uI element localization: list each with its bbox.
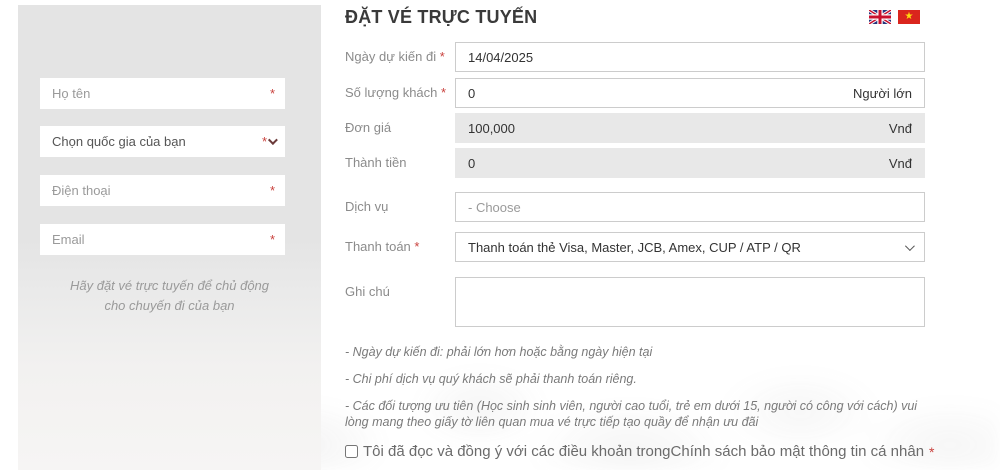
email-input[interactable]: [52, 232, 264, 247]
star-glyph: ★: [904, 11, 914, 22]
unit-price-input: [468, 120, 889, 136]
notes-label: Ghi chú: [345, 277, 450, 307]
guest-count-input[interactable]: [468, 85, 853, 101]
services-label: Dịch vụ: [345, 192, 450, 222]
label-text: Ngày dự kiến đi: [345, 49, 437, 64]
tagline-line-1: Hãy đặt vé trực tuyến để chủ động: [69, 278, 270, 293]
full-name-field[interactable]: *: [40, 78, 285, 109]
note-service-fee: - Chi phí dịch vụ quý khách sẽ phải than…: [345, 372, 637, 386]
note-priority-discount: - Các đối tượng ưu tiên (Học sinh sinh v…: [345, 399, 918, 429]
total-amount-label: Thành tiền: [345, 148, 450, 178]
required-asterisk: *: [269, 183, 275, 198]
form-row-notes: Ghi chú: [345, 277, 925, 327]
label-text: Ghi chú: [345, 284, 390, 299]
payment-method-select[interactable]: [455, 232, 925, 262]
phone-field[interactable]: *: [40, 175, 285, 206]
full-name-input[interactable]: [52, 86, 264, 101]
currency-suffix: Vnđ: [888, 155, 912, 171]
form-row-services: Dịch vụ: [345, 192, 925, 222]
required-asterisk: *: [414, 239, 420, 254]
required-asterisk: *: [261, 134, 267, 149]
country-select-label: Chọn quốc gia của bạn: [52, 134, 186, 149]
phone-input[interactable]: [52, 183, 264, 198]
total-amount-input: [468, 155, 889, 171]
departure-date-label: Ngày dự kiến đi *: [345, 42, 450, 72]
label-text: Đơn giá: [345, 120, 392, 135]
vietnam-flag-icon[interactable]: ★: [898, 10, 920, 24]
notes-textarea[interactable]: [468, 280, 912, 326]
required-asterisk: *: [441, 85, 447, 100]
booking-page: * Chọn quốc gia của bạn * * * Hãy đặt vé…: [0, 0, 1000, 470]
form-notes: - Ngày dự kiến đi: phải lớn hơn hoặc bằn…: [345, 344, 927, 441]
country-select[interactable]: Chọn quốc gia của bạn *: [40, 126, 285, 157]
payment-method-label: Thanh toán *: [345, 232, 450, 262]
label-text: Dịch vụ: [345, 199, 389, 214]
payment-method-value[interactable]: [468, 239, 897, 255]
guest-type-suffix: Người lớn: [853, 85, 912, 101]
form-row-unit-price: Đơn giá Vnđ: [345, 113, 925, 143]
required-asterisk: *: [929, 443, 935, 460]
privacy-policy-link[interactable]: Chính sách bảo mật thông tin cá nhân: [671, 443, 925, 460]
note-departure-rule: - Ngày dự kiến đi: phải lớn hơn hoặc bằn…: [345, 345, 653, 359]
departure-date-fieldbox: [455, 42, 925, 72]
departure-date-input[interactable]: [468, 49, 912, 65]
notes-fieldbox: [455, 277, 925, 327]
consent-text: Tôi đã đọc và đồng ý với các điều khoản …: [363, 443, 671, 460]
email-field[interactable]: *: [40, 224, 285, 255]
services-select-input[interactable]: [468, 199, 912, 215]
tagline-line-2: cho chuyến đi của bạn: [104, 298, 235, 313]
services-fieldbox: [455, 192, 925, 222]
required-asterisk: *: [439, 49, 445, 64]
consent-checkbox[interactable]: [345, 445, 358, 458]
currency-suffix: Vnđ: [888, 120, 912, 136]
total-amount-fieldbox: Vnđ: [455, 148, 925, 178]
page-title: ĐẶT VÉ TRỰC TUYẾN: [345, 7, 538, 27]
sidebar-tagline: Hãy đặt vé trực tuyến để chủ động cho ch…: [18, 276, 321, 316]
required-asterisk: *: [269, 232, 275, 247]
chevron-down-icon: [904, 240, 915, 251]
required-asterisk: *: [269, 86, 275, 101]
unit-price-label: Đơn giá: [345, 113, 450, 143]
chevron-down-icon: [267, 135, 278, 146]
guest-count-label: Số lượng khách *: [345, 78, 450, 108]
form-row-total-amount: Thành tiền Vnđ: [345, 148, 925, 178]
uk-flag-icon[interactable]: [869, 10, 891, 24]
form-row-guest-count: Số lượng khách * Người lớn: [345, 78, 925, 108]
consent-row: Tôi đã đọc và đồng ý với các điều khoản …: [345, 443, 945, 460]
form-row-payment-method: Thanh toán *: [345, 232, 925, 262]
language-switcher: ★: [869, 10, 920, 24]
label-text: Số lượng khách: [345, 85, 438, 100]
guest-count-fieldbox: Người lớn: [455, 78, 925, 108]
country-dropdown-icon: *: [261, 134, 278, 149]
unit-price-fieldbox: Vnđ: [455, 113, 925, 143]
label-text: Thanh toán: [345, 239, 411, 254]
form-row-departure-date: Ngày dự kiến đi *: [345, 42, 925, 72]
contact-sidebar: * Chọn quốc gia của bạn * * * Hãy đặt vé…: [18, 5, 321, 470]
label-text: Thành tiền: [345, 155, 407, 170]
